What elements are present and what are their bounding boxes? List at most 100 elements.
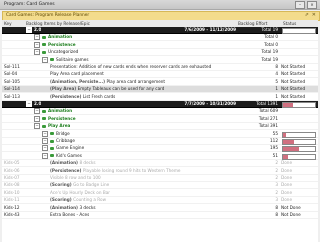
- group-row[interactable]: − Uncategorized Total 19: [2, 49, 318, 57]
- expand-toggle-icon[interactable]: −: [42, 56, 48, 63]
- group-row[interactable]: − Cribbage 112: [2, 138, 318, 145]
- effort-total: Total 609: [258, 108, 278, 114]
- item-title: Persistence: [48, 115, 76, 121]
- backlog-item-row[interactable]: Kids-06 (Persistence) Playable losing rou…: [2, 168, 318, 175]
- group-row[interactable]: − Persistence Total 271: [2, 115, 318, 123]
- group-row[interactable]: − Animation Total 609: [2, 108, 318, 116]
- item-key: Kids-08: [4, 182, 20, 188]
- popout-icon[interactable]: ⇗: [305, 12, 309, 18]
- effort-total: 2: [275, 160, 278, 166]
- application-window: Program: Card Games – × Card Games: Prog…: [0, 0, 320, 242]
- expand-toggle-icon[interactable]: −: [26, 101, 32, 107]
- backlog-item-row[interactable]: Sol-111 Presentation: Addition of new car…: [2, 64, 318, 71]
- release-row[interactable]: −2.0 7/6/2009 - 11/12/2009 Total 19: [2, 27, 318, 34]
- item-title-cell: (Animation) 8 decks: [50, 160, 96, 166]
- group-row[interactable]: − Play Area Total 391: [2, 123, 318, 131]
- header-status[interactable]: Status: [283, 21, 296, 26]
- status-cell: Done: [281, 197, 293, 203]
- effort-total: Total 19: [261, 49, 278, 55]
- window-title: Program: Card Games: [4, 2, 55, 7]
- group-row[interactable]: − Persistence Total 0: [2, 41, 318, 49]
- effort-total: Total 1391: [256, 101, 278, 106]
- progress-bar: [282, 131, 316, 138]
- item-title: 2.0: [34, 101, 42, 106]
- close-button[interactable]: ×: [307, 1, 317, 9]
- backlog-item-row[interactable]: Kids-08 (Scoring) Go to Badge Line 3 Done: [2, 182, 318, 190]
- item-title-cell: − Cribbage: [42, 138, 75, 144]
- group-row[interactable]: − Bridge 55: [2, 130, 318, 138]
- group-row[interactable]: − Kid's Games 51: [2, 152, 318, 160]
- item-title-cell: − Play Area: [34, 123, 70, 130]
- backlog-item-row[interactable]: Kids-07 Visible 8 row and to 100 2 Done: [2, 175, 318, 182]
- backlog-item-row[interactable]: Kids-11 (Scoring) Counting a Row 3 Done: [2, 197, 318, 205]
- item-title-cell: (Animation, Persiste...) Play area card …: [50, 79, 165, 85]
- effort-total: 1: [275, 93, 278, 99]
- item-key: Sol-111: [4, 64, 20, 69]
- expand-toggle-icon[interactable]: −: [34, 115, 40, 122]
- expand-toggle-icon[interactable]: −: [34, 123, 40, 130]
- epic-tag: (Animation): [50, 204, 80, 210]
- group-row[interactable]: − Animation Total 0: [2, 34, 318, 42]
- group-row[interactable]: − Game Engine 195: [2, 145, 318, 153]
- effort-total: 2: [275, 189, 278, 195]
- item-title-cell: Ace's Up Hourly Deck on Bar: [50, 190, 110, 196]
- status-cell: Done: [281, 189, 293, 195]
- expand-toggle-icon[interactable]: −: [26, 27, 32, 33]
- expand-toggle-icon[interactable]: −: [34, 41, 40, 48]
- item-title-cell: − Kid's Games: [42, 152, 82, 159]
- item-title-cell: (Persistence) List Fresh cards: [50, 94, 115, 100]
- item-key: Kids-10: [4, 189, 20, 195]
- item-title-cell: Visible 8 row and to 100: [50, 175, 101, 181]
- header-key[interactable]: Key: [4, 21, 12, 26]
- minimize-button[interactable]: –: [295, 1, 305, 9]
- epic-tag: (Animation, Persiste...): [50, 78, 107, 84]
- item-title-cell: (Persistence) Playable losing round 9 hi…: [50, 168, 181, 174]
- item-title-cell: − Persistence: [34, 41, 76, 48]
- window-controls: – ×: [295, 1, 317, 9]
- folder-icon: [50, 154, 54, 158]
- group-row[interactable]: − Solitaire games Total 19: [2, 56, 318, 64]
- status-cell: Not Started: [281, 64, 306, 69]
- effort-total: 1: [275, 86, 278, 92]
- item-title: Play area card arrangement: [106, 78, 166, 84]
- backlog-item-row[interactable]: Sol-04 Play Area card placement 4 Not Start…: [2, 71, 318, 79]
- progress-bar: [282, 28, 316, 34]
- header-effort[interactable]: Backlog Effort: [238, 21, 267, 26]
- expand-toggle-icon[interactable]: −: [42, 138, 48, 144]
- folder-icon: [42, 109, 46, 113]
- backlog-item-row[interactable]: Kids-12 (Animation) 3 decks 8 Not Done: [2, 205, 318, 212]
- expand-toggle-icon[interactable]: −: [42, 130, 48, 137]
- header-title[interactable]: Backlog Items by Release/Epic: [26, 21, 90, 26]
- folder-icon: [42, 124, 46, 128]
- item-key: Kids-43: [4, 212, 20, 217]
- item-title: Visible 8 row and to 100: [50, 175, 101, 180]
- epic-tag: (Persistence): [50, 167, 83, 173]
- item-title: 8 decks: [79, 160, 96, 166]
- backlog-item-row[interactable]: Kids-10 Ace's Up Hourly Deck on Bar 2 Done: [2, 190, 318, 197]
- release-row[interactable]: −2.0 7/7/2009 - 10/31/2009 Total 1391: [2, 101, 318, 108]
- backlog-item-row[interactable]: Sol-113 (Persistence) List Fresh cards 1 No…: [2, 94, 318, 101]
- close-tab-icon[interactable]: ✕: [312, 12, 316, 18]
- expand-toggle-icon[interactable]: −: [42, 145, 48, 152]
- item-title-cell: − Solitaire games: [42, 56, 89, 63]
- folder-icon: [50, 146, 54, 150]
- status-cell: Not Started: [281, 86, 306, 92]
- item-title: 2.0: [34, 27, 42, 32]
- backlog-item-row[interactable]: Sol-114 (Play Area) Empty Tableaux can be…: [2, 86, 318, 94]
- backlog-item-row[interactable]: Kids-05 (Animation) 8 decks 2 Done: [2, 160, 318, 168]
- item-title: Counting a Row: [73, 197, 106, 203]
- expand-toggle-icon[interactable]: −: [34, 108, 40, 115]
- expand-toggle-icon[interactable]: −: [34, 34, 40, 41]
- item-title: Ace's Up Hourly Deck on Bar: [50, 189, 111, 195]
- effort-total: 8: [275, 212, 278, 217]
- item-title-cell: − Bridge: [42, 130, 70, 137]
- effort-total: Total 391: [258, 123, 278, 129]
- expand-toggle-icon[interactable]: −: [42, 152, 48, 159]
- backlog-item-row[interactable]: Sol-105 (Animation, Persiste...) Play are…: [2, 79, 318, 86]
- item-title: Uncategorized: [48, 49, 79, 55]
- item-title: Persistence: [48, 41, 76, 47]
- backlog-item-row[interactable]: Kids-43 Extra Bones - Aces 8 Not Done: [2, 212, 318, 219]
- effort-total: 2: [275, 175, 278, 180]
- effort-total: 3: [275, 197, 278, 203]
- expand-toggle-icon[interactable]: −: [34, 49, 40, 56]
